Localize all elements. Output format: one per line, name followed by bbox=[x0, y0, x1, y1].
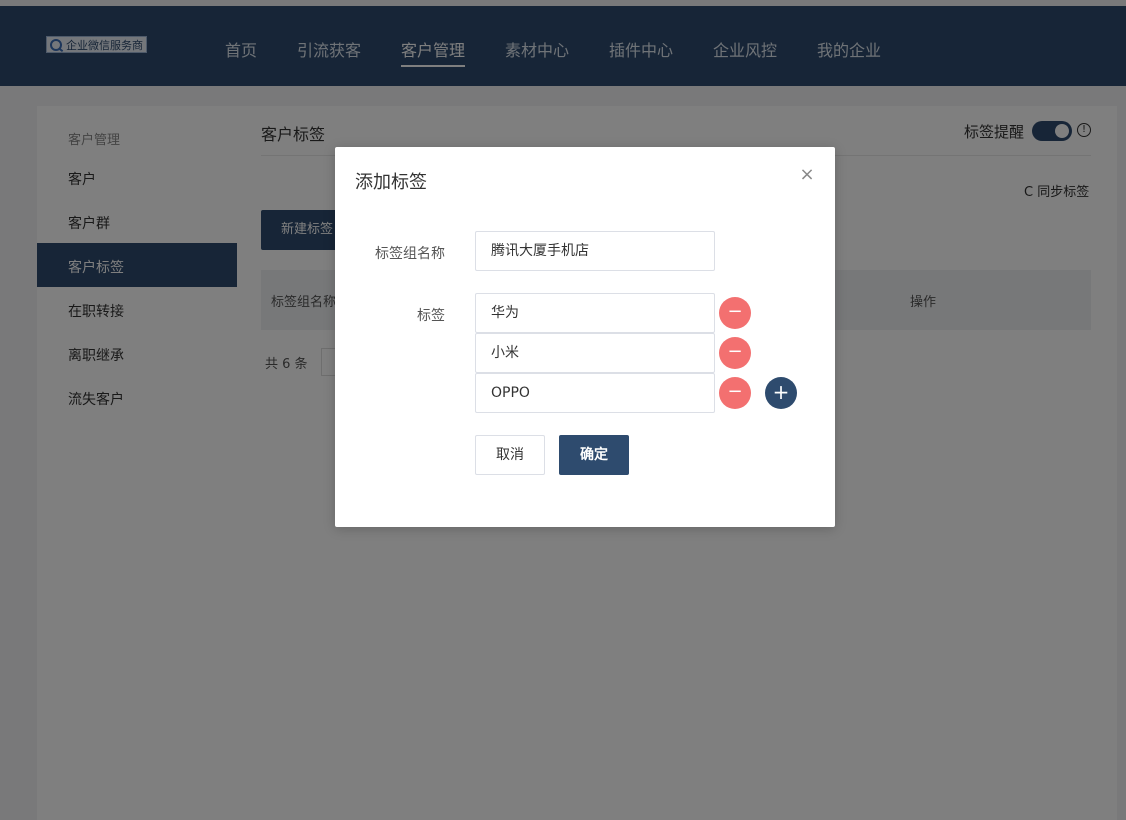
remove-tag-button-3[interactable]: − bbox=[719, 377, 751, 409]
cancel-button[interactable]: 取消 bbox=[475, 435, 545, 475]
tag-input-3[interactable]: OPPO bbox=[475, 373, 715, 413]
dialog-title: 添加标签 bbox=[355, 172, 427, 193]
add-tag-dialog: 添加标签 × 标签组名称 腾讯大厦手机店 标签 华为 − 小米 − OPPO −… bbox=[335, 147, 835, 527]
add-tag-button[interactable]: + bbox=[765, 377, 797, 409]
tag-input-2[interactable]: 小米 bbox=[475, 333, 715, 373]
tags-label: 标签 bbox=[417, 308, 445, 324]
group-name-input[interactable]: 腾讯大厦手机店 bbox=[475, 231, 715, 271]
confirm-button[interactable]: 确定 bbox=[559, 435, 629, 475]
tag-input-1[interactable]: 华为 bbox=[475, 293, 715, 333]
close-icon[interactable]: × bbox=[799, 166, 815, 184]
group-name-label: 标签组名称 bbox=[375, 246, 445, 262]
remove-tag-button-1[interactable]: − bbox=[719, 297, 751, 329]
remove-tag-button-2[interactable]: − bbox=[719, 337, 751, 369]
